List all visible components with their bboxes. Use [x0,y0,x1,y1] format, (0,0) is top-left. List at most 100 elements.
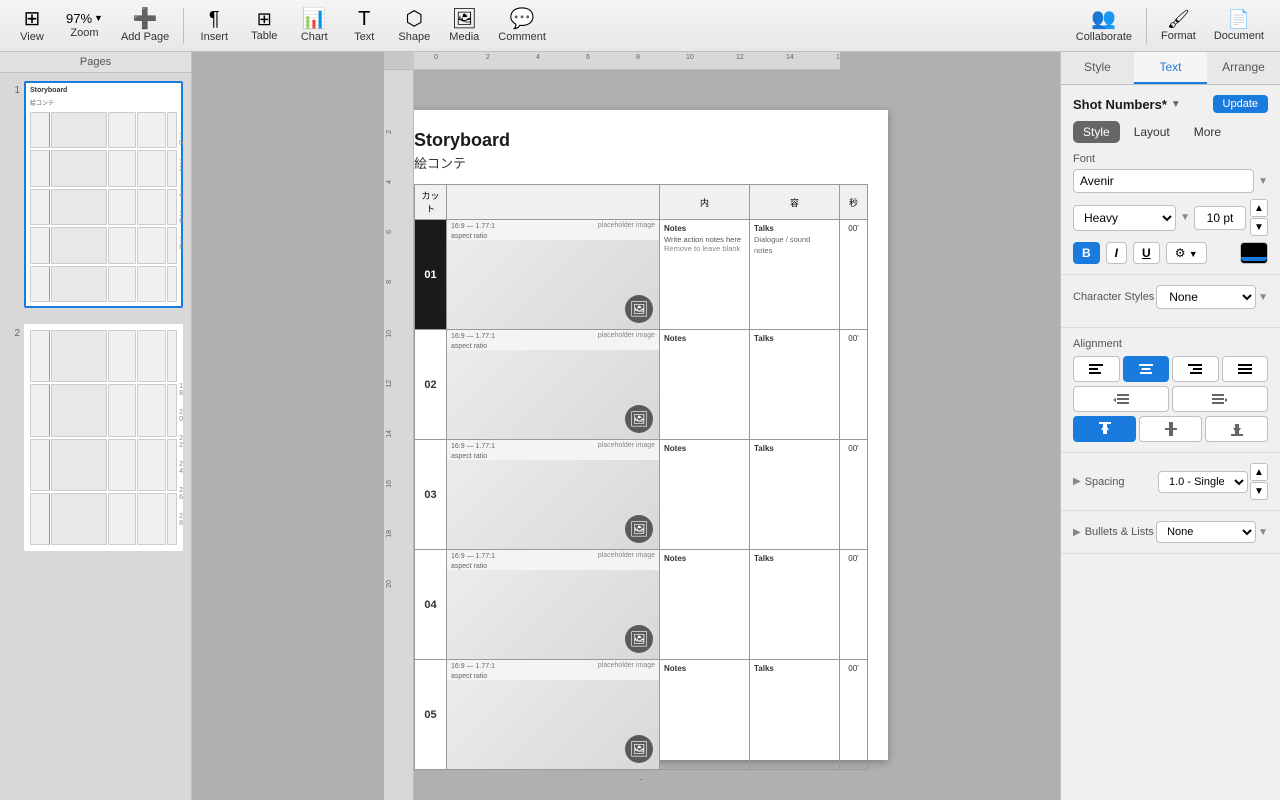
talks-cell-05: Talks [750,660,840,770]
spacing-up-button[interactable]: ▲ [1250,463,1268,481]
seconds-cell-02: 00' [840,330,868,440]
page-thumb-item-1[interactable]: 1 Storyboard 絵コンテ [8,81,183,308]
vertical-align-row [1073,416,1268,442]
tab-style[interactable]: Style [1061,52,1134,84]
view-button[interactable]: ⊞ View [8,5,56,47]
comment-label: Comment [498,31,546,43]
page-num-2: 2 [8,328,20,339]
spacing-down-button[interactable]: ▼ [1250,482,1268,500]
italic-button[interactable]: I [1106,242,1127,264]
valign-top-button[interactable] [1073,416,1136,442]
text-button[interactable]: T Text [340,5,388,47]
character-styles-select[interactable]: None [1156,285,1256,309]
toolbar-sep-2 [1146,8,1147,44]
text-options-button[interactable]: ⚙ ▼ [1166,242,1207,264]
valign-middle-button[interactable] [1139,416,1202,442]
spacing-row: ▶ Spacing 1.0 - Single ▲ ▼ [1073,463,1268,500]
alignment-h-row [1073,356,1268,382]
spacing-stepper: ▲ ▼ [1250,463,1268,500]
font-family-select[interactable]: Avenir [1073,169,1254,193]
zoom-button[interactable]: 97% ▼ Zoom [58,8,111,43]
font-weight-select[interactable]: Heavy [1073,205,1176,231]
font-weight-arrow: ▼ [1180,212,1190,223]
font-size-up-button[interactable]: ▲ [1250,199,1268,217]
spacing-expand-icon[interactable]: ▶ [1073,476,1081,487]
font-label: Font [1073,153,1268,165]
align-right-button[interactable] [1172,356,1219,382]
page-thumb-item-2[interactable]: 2 [8,324,183,551]
document-canvas: Storyboard 絵コンテ カット 内 容 秒 0116:9 — 1.77:… [394,110,888,760]
bullets-label-row: ▶ Bullets & Lists [1073,526,1154,538]
character-styles-section: Character Styles None ▼ [1061,275,1280,328]
table-button[interactable]: ⊞ Table [240,6,288,46]
mini-tab-style[interactable]: Style [1073,121,1120,143]
shot-numbers-title: Shot Numbers* [1073,97,1167,112]
table-row: 0416:9 — 1.77:1aspect ratioplaceholder i… [415,550,868,660]
indent-row [1073,386,1268,412]
indent-increase-icon [1212,393,1228,405]
chevron-down-icon: ▼ [1171,99,1181,110]
align-center-button[interactable] [1123,356,1170,382]
image-placeholder-icon: 🖼 [625,735,653,763]
page-num-1: 1 [8,85,20,96]
bold-button[interactable]: B [1073,242,1100,264]
main-area: Pages 1 Storyboard 絵コンテ [0,52,1280,800]
insert-button[interactable]: ¶ Insert [190,5,238,47]
col-header-seconds: 秒 [840,185,868,220]
text-color-swatch[interactable] [1240,242,1268,264]
toolbar-insert-group: ¶ Insert ⊞ Table 📊 Chart T Text ⬡ Shape … [190,5,554,47]
chart-button[interactable]: 📊 Chart [290,5,338,47]
alignment-section: Alignment [1061,328,1280,453]
font-size-input[interactable] [1194,206,1246,230]
media-button[interactable]: 🖼 Media [440,5,488,47]
valign-bottom-button[interactable] [1205,416,1268,442]
mini-tab-more[interactable]: More [1184,121,1231,143]
tab-text[interactable]: Text [1134,52,1207,84]
shape-button[interactable]: ⬡ Shape [390,5,438,47]
character-styles-row: Character Styles None ▼ [1073,285,1268,309]
bullets-select[interactable]: None [1156,521,1256,543]
indent-increase-button[interactable] [1172,386,1268,412]
seconds-cell-01: 00' [840,220,868,330]
pages-panel-label: Pages [0,52,191,73]
align-left-button[interactable] [1073,356,1120,382]
tab-arrange[interactable]: Arrange [1207,52,1280,84]
toolbar-sep-1 [183,8,184,44]
zoom-icon: 97% ▼ [66,12,103,25]
underline-button[interactable]: U [1133,242,1160,264]
spacing-select[interactable]: 1.0 - Single [1158,471,1248,493]
text-icon: T [358,9,370,29]
table-row: 0316:9 — 1.77:1aspect ratioplaceholder i… [415,440,868,550]
indent-decrease-button[interactable] [1073,386,1169,412]
canvas-area[interactable]: 0 2 4 6 8 10 12 14 16 18 20 2 4 6 8 10 1… [192,52,1060,800]
update-button[interactable]: Update [1213,95,1268,113]
page-thumbnail-2[interactable] [24,324,183,551]
gear-dropdown-icon: ▼ [1189,249,1198,259]
bullets-row: ▶ Bullets & Lists None ▼ [1073,521,1268,543]
image-cell-03: 16:9 — 1.77:1aspect ratioplaceholder ima… [447,440,660,550]
shot-numbers-section: Shot Numbers* ▼ Update Style Layout More… [1061,85,1280,275]
right-panel: Style Text Arrange Shot Numbers* ▼ Updat… [1060,52,1280,800]
bullets-expand-icon[interactable]: ▶ [1073,527,1081,538]
format-buttons-row: B I U ⚙ ▼ [1073,242,1268,264]
shot-num-cell-05: 05 [415,660,447,770]
align-justify-button[interactable] [1222,356,1269,382]
document-button[interactable]: 📄 Document [1206,6,1272,46]
font-size-down-button[interactable]: ▼ [1250,218,1268,236]
format-label: Format [1161,30,1196,42]
zoom-label: Zoom [70,27,98,39]
view-label: View [20,31,44,43]
view-icon: ⊞ [24,9,41,29]
shape-label: Shape [398,31,430,43]
toolbar-right-group: 👥 Collaborate 🖌 Format 📄 Document [1068,5,1272,47]
page-thumbnail-1[interactable]: Storyboard 絵コンテ [24,81,183,308]
mini-tab-layout[interactable]: Layout [1124,121,1180,143]
comment-button[interactable]: 💬 Comment [490,5,554,47]
image-placeholder-icon: 🖼 [625,515,653,543]
add-page-button[interactable]: ➕ Add Page [113,5,177,47]
image-cell-05: 16:9 — 1.77:1aspect ratioplaceholder ima… [447,660,660,770]
valign-middle-icon [1165,422,1177,436]
format-button[interactable]: 🖌 Format [1153,6,1204,46]
collaborate-button[interactable]: 👥 Collaborate [1068,5,1140,47]
media-icon: 🖼 [452,9,477,29]
